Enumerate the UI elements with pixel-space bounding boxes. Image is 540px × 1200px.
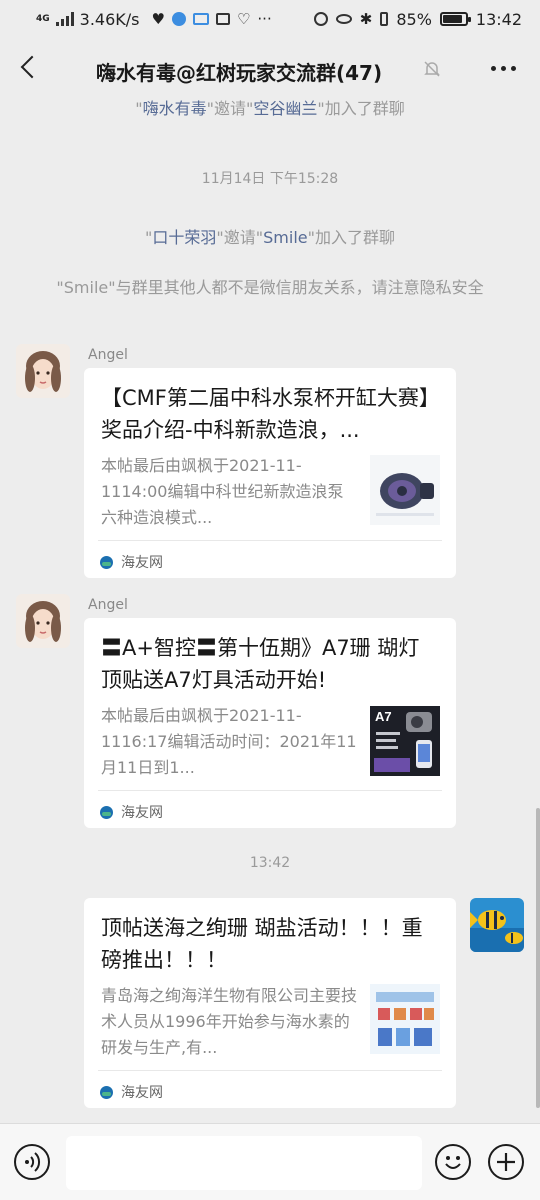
- notification-app-icon: [171, 12, 186, 26]
- card-thumbnail: A7: [370, 706, 440, 776]
- card-description: 本帖最后由飒枫于2021-11-1114:00编辑中科世纪新款造浪泵六种造浪模式…: [101, 456, 344, 527]
- input-bar: [0, 1123, 540, 1200]
- inviter-name[interactable]: 嗨水有毒: [143, 99, 207, 118]
- card-description: 青岛海之绚海洋生物有限公司主要技术人员从1996年开始参与海水素的研发与生产,有…: [101, 986, 358, 1057]
- scrollbar[interactable]: [536, 808, 540, 1108]
- system-message-invite: "嗨水有毒"邀请"空谷幽兰"加入了群聊: [135, 99, 405, 118]
- my-avatar[interactable]: [470, 898, 524, 952]
- vibrate-icon: [380, 12, 389, 26]
- link-card[interactable]: 顶帖送海之绚珊 瑚盐活动！！！重磅推出！！！ 青岛海之绚海洋生物有限公司主要技术…: [84, 898, 456, 1108]
- card-thumbnail: [370, 455, 440, 525]
- heart-outline-icon: ♡: [236, 10, 251, 28]
- divider: [98, 790, 442, 791]
- invitee-name[interactable]: 空谷幽兰: [253, 99, 317, 118]
- status-bar: 4G 3.46K/s ♥ ♡ ··· ✱ 85% 13:42: [0, 0, 540, 38]
- timestamp: 13:42: [249, 855, 291, 871]
- sender-name: Angel: [88, 597, 128, 613]
- notification-app-icon-3: [215, 13, 230, 25]
- signal-icon: [55, 12, 74, 26]
- divider: [98, 1070, 442, 1071]
- card-source: 海友网: [100, 802, 163, 822]
- card-title: 顶帖送海之绚珊 瑚盐活动！！！重磅推出！！！: [101, 916, 423, 972]
- card-source: 海友网: [100, 552, 163, 572]
- timestamp: 11月14日 下午15:28: [201, 171, 339, 187]
- plus-icon[interactable]: [488, 1144, 524, 1180]
- eye-icon: [335, 14, 352, 24]
- more-dots-icon[interactable]: [491, 66, 516, 71]
- nfc-icon: [313, 12, 328, 26]
- link-card[interactable]: 【CMF第二届中科水泵杯开缸大赛】奖品介绍-中科新款造浪，... 本帖最后由飒枫…: [84, 368, 456, 578]
- message-input[interactable]: [66, 1136, 422, 1190]
- sender-name: Angel: [88, 347, 128, 363]
- privacy-warning: "Smile"与群里其他人都不是微信朋友关系，请注意隐私安全: [56, 278, 484, 297]
- link-card[interactable]: 〓A+智控〓第十伍期》A7珊 瑚灯顶贴送A7灯具活动开始! 本帖最后由飒枫于20…: [84, 618, 456, 828]
- card-thumbnail: [370, 984, 440, 1054]
- card-title: 〓A+智控〓第十伍期》A7珊 瑚灯顶贴送A7灯具活动开始!: [101, 636, 420, 692]
- card-title: 【CMF第二届中科水泵杯开缸大赛】奖品介绍-中科新款造浪，...: [101, 386, 430, 442]
- avatar[interactable]: [16, 344, 70, 398]
- more-notifications-icon: ···: [257, 10, 272, 28]
- notification-app-icon-2: [192, 13, 209, 25]
- chat-title: 嗨水有毒@红树玩家交流群(47): [96, 61, 383, 85]
- source-logo-icon: [100, 1085, 113, 1099]
- network-speed: 3.46K/s: [79, 9, 140, 29]
- chat-header: 嗨水有毒@红树玩家交流群(47): [0, 38, 540, 100]
- chevron-left-icon[interactable]: [16, 56, 40, 80]
- bluetooth-icon: ✱: [359, 10, 373, 28]
- battery-percent: 85%: [396, 9, 432, 29]
- invitee-name[interactable]: Smile: [263, 228, 307, 247]
- avatar[interactable]: [16, 594, 70, 648]
- thumbnail-label: A7: [375, 709, 392, 724]
- source-logo-icon: [100, 555, 113, 569]
- card-description: 本帖最后由飒枫于2021-11-1116:17编辑活动时间：2021年11月11…: [101, 706, 357, 777]
- card-source: 海友网: [100, 1082, 163, 1102]
- battery-icon: [439, 12, 471, 26]
- clock: 13:42: [475, 9, 522, 29]
- source-logo-icon: [100, 805, 113, 819]
- bell-off-icon: [424, 60, 440, 82]
- system-message-invite: "口十荣羽"邀请"Smile"加入了群聊: [145, 228, 395, 247]
- divider: [98, 540, 442, 541]
- voice-icon[interactable]: [14, 1144, 50, 1180]
- network-type: 4G: [36, 13, 50, 24]
- heart-icon: ♥: [151, 10, 165, 28]
- emoji-icon[interactable]: [435, 1144, 471, 1180]
- inviter-name[interactable]: 口十荣羽: [152, 228, 216, 247]
